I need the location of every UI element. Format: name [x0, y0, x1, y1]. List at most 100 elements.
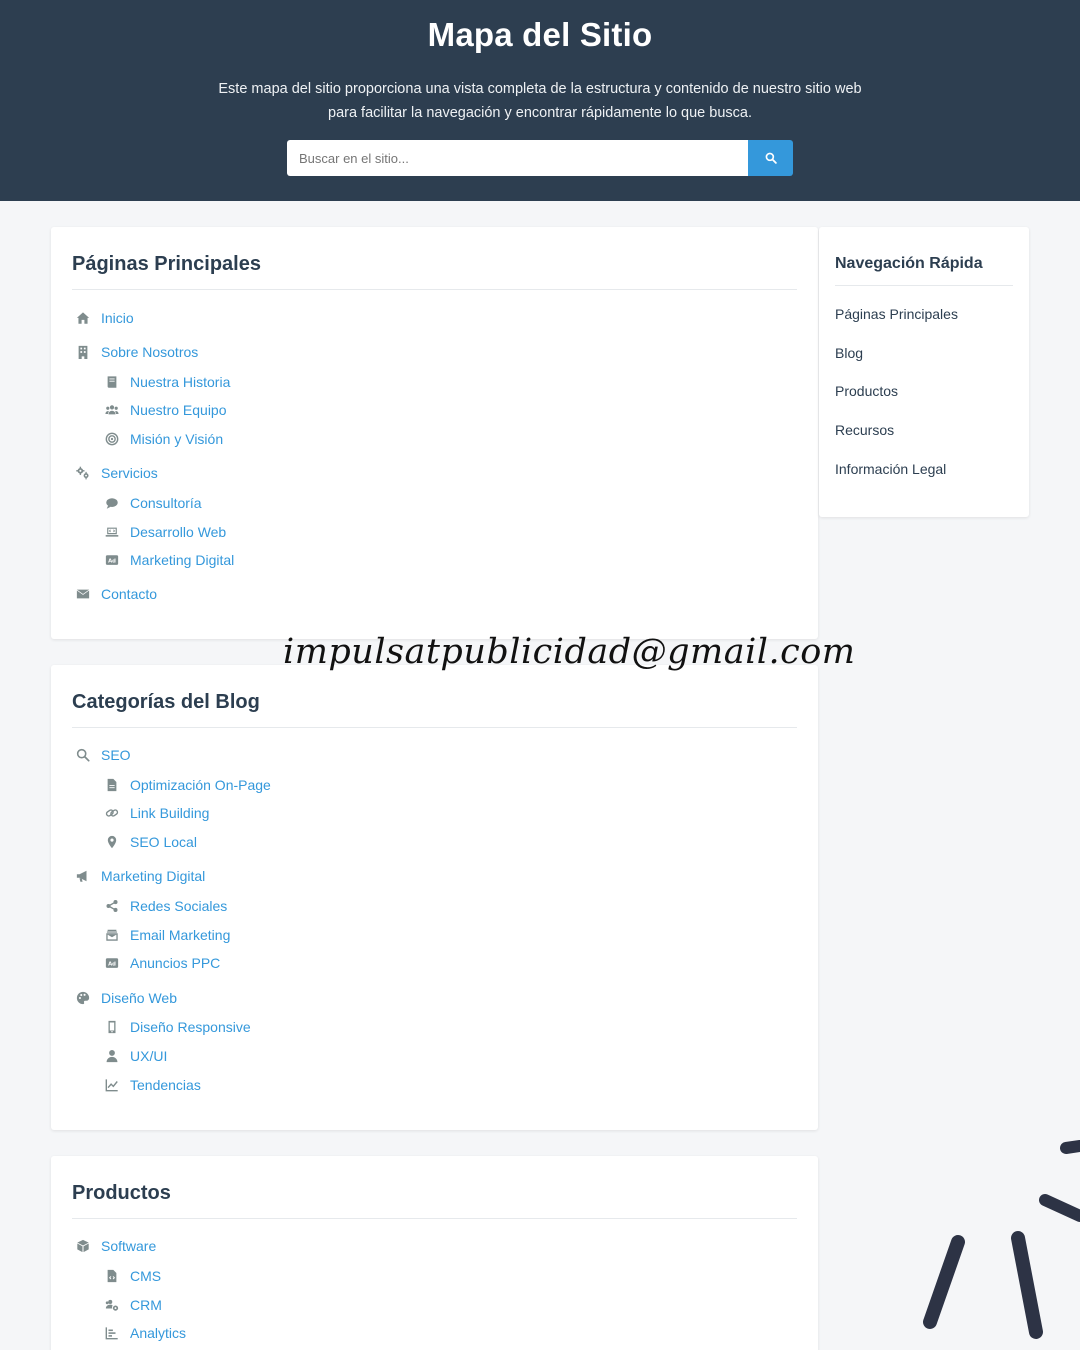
sitemap-link-label[interactable]: Sobre Nosotros — [101, 344, 198, 360]
sitemap-link-cms[interactable]: CMS — [104, 1266, 161, 1286]
quick-nav-link-paginas-principales[interactable]: Páginas Principales — [835, 306, 958, 322]
link-icon — [104, 805, 120, 821]
palette-icon — [75, 990, 91, 1006]
sitemap-link-software[interactable]: Software — [75, 1236, 156, 1256]
search-icon — [765, 152, 777, 164]
sitemap-link-label[interactable]: SEO — [101, 747, 131, 763]
sitemap-link-nuestra-historia[interactable]: Nuestra Historia — [104, 372, 230, 392]
users-icon — [104, 402, 120, 418]
search-button[interactable] — [748, 140, 793, 176]
sitemap-link-label[interactable]: SEO Local — [130, 834, 197, 850]
section-title-blog: Categorías del Blog — [72, 691, 260, 713]
mail-bulk-icon — [104, 927, 120, 943]
search-input[interactable] — [287, 140, 748, 176]
sitemap-link-label[interactable]: Servicios — [101, 465, 158, 481]
sitemap-link-label[interactable]: Software — [101, 1238, 156, 1254]
gears-icon — [75, 465, 91, 481]
sitemap-link-consultoria[interactable]: Consultoría — [104, 493, 202, 513]
home-icon — [75, 310, 91, 326]
sitemap-link-label[interactable]: Diseño Web — [101, 990, 177, 1006]
quick-nav-card: Navegación Rápida Páginas Principales Bl… — [819, 227, 1029, 517]
sitemap-link-label[interactable]: Nuestra Historia — [130, 374, 230, 390]
search-icon — [75, 747, 91, 763]
user-icon — [104, 1048, 120, 1064]
sitemap-link-contacto[interactable]: Contacto — [75, 584, 157, 604]
quick-nav-link-blog[interactable]: Blog — [835, 345, 863, 361]
search-bar — [287, 140, 793, 176]
file-code-icon — [104, 1268, 120, 1284]
file-icon — [104, 777, 120, 793]
sitemap-link-mision-vision[interactable]: Misión y Visión — [104, 429, 223, 449]
book-icon — [104, 374, 120, 390]
sitemap-link-label[interactable]: Marketing Digital — [130, 552, 234, 568]
sitemap-link-email-marketing[interactable]: Email Marketing — [104, 925, 230, 945]
sitemap-link-desarrollo-web[interactable]: Desarrollo Web — [104, 522, 226, 542]
sitemap-link-servicios[interactable]: Servicios — [75, 463, 158, 483]
products-card: Productos Software CMS CRM Analytics — [51, 1156, 818, 1350]
sitemap-link-label[interactable]: CMS — [130, 1268, 161, 1284]
sitemap-link-label[interactable]: Nuestro Equipo — [130, 402, 227, 418]
sitemap-link-tendencias[interactable]: Tendencias — [104, 1075, 201, 1095]
sitemap-link-label[interactable]: UX/UI — [130, 1048, 167, 1064]
sitemap-link-ux-ui[interactable]: UX/UI — [104, 1046, 167, 1066]
sitemap-link-label[interactable]: Anuncios PPC — [130, 955, 220, 971]
sitemap-link-analytics[interactable]: Analytics — [104, 1323, 186, 1343]
sitemap-link-label[interactable]: Tendencias — [130, 1077, 201, 1093]
main-pages-card: Páginas Principales Inicio Sobre Nosotro… — [51, 227, 818, 639]
users-cog-icon — [104, 1297, 120, 1313]
sitemap-link-label[interactable]: Desarrollo Web — [130, 524, 226, 540]
mobile-icon — [104, 1019, 120, 1035]
svg-text:Ad: Ad — [108, 558, 116, 564]
sitemap-link-redes-sociales[interactable]: Redes Sociales — [104, 896, 227, 916]
sitemap-link-seo-local[interactable]: SEO Local — [104, 832, 197, 852]
sitemap-link-label[interactable]: Contacto — [101, 586, 157, 602]
chart-bar-icon — [104, 1325, 120, 1341]
site-header: Mapa del Sitio Este mapa del sitio propo… — [0, 0, 1080, 201]
laptop-code-icon — [104, 524, 120, 540]
sitemap-link-inicio[interactable]: Inicio — [75, 308, 134, 328]
sitemap-link-label[interactable]: Inicio — [101, 310, 134, 326]
sitemap-link-seo[interactable]: SEO — [75, 745, 131, 765]
sitemap-link-label[interactable]: Consultoría — [130, 495, 202, 511]
ad-icon: Ad — [104, 955, 120, 971]
envelope-icon — [75, 586, 91, 602]
sitemap-link-label[interactable]: Email Marketing — [130, 927, 230, 943]
section-title-products: Productos — [72, 1182, 171, 1204]
sitemap-link-label[interactable]: Analytics — [130, 1325, 186, 1341]
svg-text:Ad: Ad — [108, 961, 116, 967]
map-marker-icon — [104, 834, 120, 850]
sitemap-link-label[interactable]: Link Building — [130, 805, 209, 821]
comment-icon — [104, 495, 120, 511]
share-icon — [104, 898, 120, 914]
sitemap-link-label[interactable]: CRM — [130, 1297, 162, 1313]
quick-nav-link-recursos[interactable]: Recursos — [835, 422, 894, 438]
quick-nav-link-informacion-legal[interactable]: Información Legal — [835, 461, 946, 477]
sitemap-link-crm[interactable]: CRM — [104, 1295, 162, 1315]
quick-nav-link-productos[interactable]: Productos — [835, 383, 898, 399]
sitemap-link-label[interactable]: Redes Sociales — [130, 898, 227, 914]
sitemap-link-link-building[interactable]: Link Building — [104, 803, 209, 823]
quick-nav-title: Navegación Rápida — [835, 255, 983, 272]
section-divider — [72, 289, 797, 290]
sitemap-link-label[interactable]: Marketing Digital — [101, 868, 205, 884]
target-icon — [104, 431, 120, 447]
sitemap-link-marketing-digital[interactable]: Ad Marketing Digital — [104, 550, 234, 570]
sitemap-link-label[interactable]: Misión y Visión — [130, 431, 223, 447]
sitemap-link-label[interactable]: Optimización On-Page — [130, 777, 271, 793]
cube-icon — [75, 1238, 91, 1254]
section-divider — [72, 727, 797, 728]
sitemap-link-anuncios-ppc[interactable]: Ad Anuncios PPC — [104, 953, 220, 973]
quick-nav-divider — [835, 285, 1013, 286]
sitemap-link-marketing-digital-blog[interactable]: Marketing Digital — [75, 866, 205, 886]
sitemap-link-label[interactable]: Diseño Responsive — [130, 1019, 251, 1035]
description-line-2: para facilitar la navegación y encontrar… — [328, 105, 752, 121]
section-title-main-pages: Páginas Principales — [72, 253, 261, 275]
ad-icon: Ad — [104, 552, 120, 568]
email-watermark: impulsatpublicidad@gmail.com — [283, 632, 856, 672]
sitemap-link-optimizacion-on-page[interactable]: Optimización On-Page — [104, 775, 271, 795]
sitemap-link-sobre-nosotros[interactable]: Sobre Nosotros — [75, 342, 198, 362]
sitemap-link-diseno-web[interactable]: Diseño Web — [75, 988, 177, 1008]
page-title: Mapa del Sitio — [427, 16, 653, 53]
sitemap-link-diseno-responsive[interactable]: Diseño Responsive — [104, 1017, 251, 1037]
sitemap-link-nuestro-equipo[interactable]: Nuestro Equipo — [104, 400, 227, 420]
